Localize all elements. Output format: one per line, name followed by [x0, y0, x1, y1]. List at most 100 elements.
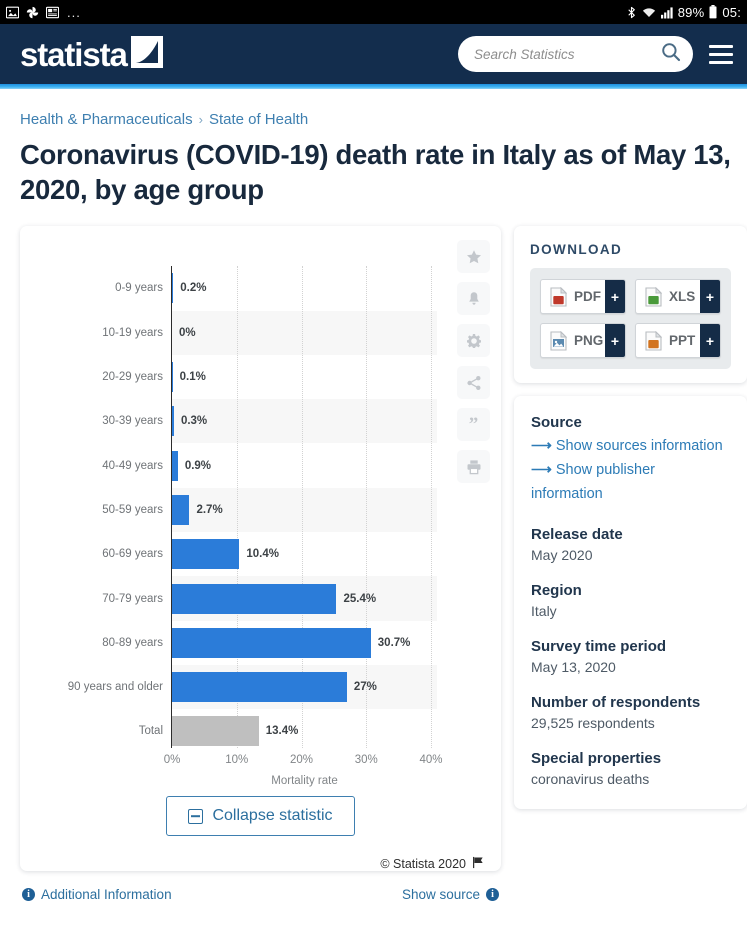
metadata-fields: Release date May 2020 Region Italy Survey ti… [531, 526, 730, 787]
image-icon [6, 6, 19, 19]
download-button-main[interactable]: PPT [636, 324, 700, 357]
search-box[interactable] [458, 36, 693, 72]
download-button-grid: PDF + XLS + PNG + PPT + [540, 279, 721, 359]
metadata-value: May 13, 2020 [531, 659, 616, 676]
print-icon[interactable] [457, 450, 490, 484]
chart-bar-row[interactable]: 30-39 years 0.3% [102, 406, 207, 437]
chart-bar-row[interactable]: 0-9 years 0.2% [115, 273, 207, 304]
site-header: statista [0, 24, 747, 84]
ppt-file-icon [645, 330, 663, 351]
chart-action-rail: ” [457, 240, 490, 484]
chart-category-label: 70-79 years [102, 592, 163, 605]
download-expand-plus[interactable]: + [605, 324, 625, 358]
chart-value-label: 10.4% [246, 548, 279, 561]
source-heading: Source [531, 414, 582, 432]
chart-category-label: 20-29 years [102, 371, 163, 384]
download-expand-plus[interactable]: + [700, 280, 720, 314]
chart-bar-row[interactable]: 80-89 years 30.7% [102, 627, 410, 658]
show-sources-information-link[interactable]: ⟶ Show sources information [531, 435, 730, 459]
cite-quote-icon[interactable]: ” [457, 408, 490, 442]
download-xls-button[interactable]: XLS + [635, 279, 721, 315]
download-button-label: PPT [669, 333, 696, 349]
battery-icon [709, 5, 717, 19]
chart-x-tick-label: 40% [419, 754, 443, 767]
chart-gridline [431, 266, 432, 749]
search-input[interactable] [474, 46, 661, 62]
download-button-main[interactable]: XLS [636, 280, 700, 313]
chart-bar-row[interactable]: 60-69 years 10.4% [102, 539, 279, 570]
chart-value-label: 0.1% [179, 371, 206, 384]
chart-category-label: 60-69 years [102, 548, 163, 561]
chart-category-label: 90 years and older [67, 681, 163, 694]
download-card: DOWNLOAD PDF + XLS + PNG + PPT + [514, 226, 747, 384]
additional-information-link[interactable]: i Additional Information [22, 887, 172, 902]
chart-bar[interactable] [172, 627, 371, 658]
metadata-value: 29,525 respondents [531, 715, 655, 732]
bluetooth-icon [626, 6, 637, 19]
photos-icon [26, 6, 39, 19]
chart-bar[interactable] [172, 362, 173, 393]
download-button-label: PNG [574, 333, 604, 349]
settings-gear-icon[interactable] [457, 324, 490, 358]
hamburger-menu-icon[interactable] [709, 44, 733, 64]
chart-bar[interactable] [172, 672, 347, 703]
metadata-value: Italy [531, 603, 557, 620]
notification-bell-icon[interactable] [457, 282, 490, 316]
download-ppt-button[interactable]: PPT + [635, 323, 721, 359]
collapse-statistic-button[interactable]: Collapse statistic [166, 796, 355, 837]
chart-bar[interactable] [172, 450, 178, 481]
download-title: DOWNLOAD [530, 242, 623, 258]
chart-bar-row[interactable]: 20-29 years 0.1% [102, 362, 206, 393]
status-right-icons: 89% 05: [626, 5, 741, 20]
metadata-heading: Release date [531, 526, 623, 544]
status-overflow-dots: ... [67, 4, 81, 20]
chart-bar-row[interactable]: 90 years and older 27% [68, 672, 377, 703]
download-inner: PDF + XLS + PNG + PPT + [530, 268, 731, 370]
flag-icon[interactable] [472, 856, 485, 871]
chart-bar[interactable] [172, 539, 240, 570]
show-sources-information-label: Show sources information [555, 438, 723, 455]
favorite-star-icon[interactable] [457, 240, 490, 274]
chart-bar[interactable] [172, 273, 174, 304]
logo-text: statista [20, 35, 128, 73]
chart-row-band [172, 310, 437, 355]
chart-bar-row[interactable]: 10-19 years 0% [102, 318, 195, 348]
chart-bar-row[interactable]: 50-59 years 2.7% [102, 494, 223, 525]
statista-logo[interactable]: statista [20, 35, 163, 73]
download-expand-plus[interactable]: + [605, 280, 625, 314]
download-expand-plus[interactable]: + [700, 324, 720, 358]
chart-bar[interactable] [172, 406, 174, 437]
wifi-icon [642, 6, 656, 19]
share-icon[interactable] [457, 366, 490, 400]
chart-bar-row[interactable]: 70-79 years 25.4% [102, 583, 376, 614]
chart-bar[interactable] [172, 583, 337, 614]
chart-category-label: 50-59 years [102, 503, 163, 516]
show-source-link[interactable]: Show source i [402, 887, 499, 902]
chart-x-tick-label: 20% [289, 754, 314, 767]
breadcrumb-item-0[interactable]: Health & Pharmaceuticals [20, 111, 193, 128]
search-icon[interactable] [661, 42, 681, 67]
chart-bar-row[interactable]: Total 13.4% [139, 716, 299, 747]
download-png-button[interactable]: PNG + [540, 323, 626, 359]
chart-category-label: 10-19 years [102, 326, 163, 339]
xls-file-icon [645, 286, 663, 307]
download-button-main[interactable]: PDF [541, 280, 605, 313]
chart-column: ” 0-9 years 0.2% 10-19 years 0% 20-29 years 0… [20, 226, 501, 902]
collapse-statistic-label: Collapse statistic [212, 807, 333, 825]
bar-chart: 0-9 years 0.2% 10-19 years 0% 20-29 years 0.1… [20, 248, 501, 787]
page-body: Health & Pharmaceuticals › State of Heal… [0, 111, 747, 903]
download-pdf-button[interactable]: PDF + [540, 279, 626, 315]
show-publisher-information-link[interactable]: ⟶ Show publisher information [531, 459, 730, 507]
chart-bar[interactable] [172, 494, 190, 525]
chart-bar-row[interactable]: 40-49 years 0.9% [102, 450, 211, 481]
download-button-main[interactable]: PNG [541, 324, 605, 357]
chart-x-tick-label: 0% [163, 754, 181, 767]
main-content: ” 0-9 years 0.2% 10-19 years 0% 20-29 years 0… [20, 226, 747, 902]
chart-value-label: 13.4% [265, 725, 299, 738]
png-file-icon [550, 330, 568, 351]
breadcrumb-item-1[interactable]: State of Health [209, 111, 308, 128]
chart-x-axis-label: Mortality rate [271, 775, 338, 788]
chart-bar[interactable] [172, 716, 259, 747]
metadata-heading: Region [531, 582, 582, 600]
chart-card-footer: i Additional Information Show source i [20, 887, 501, 902]
